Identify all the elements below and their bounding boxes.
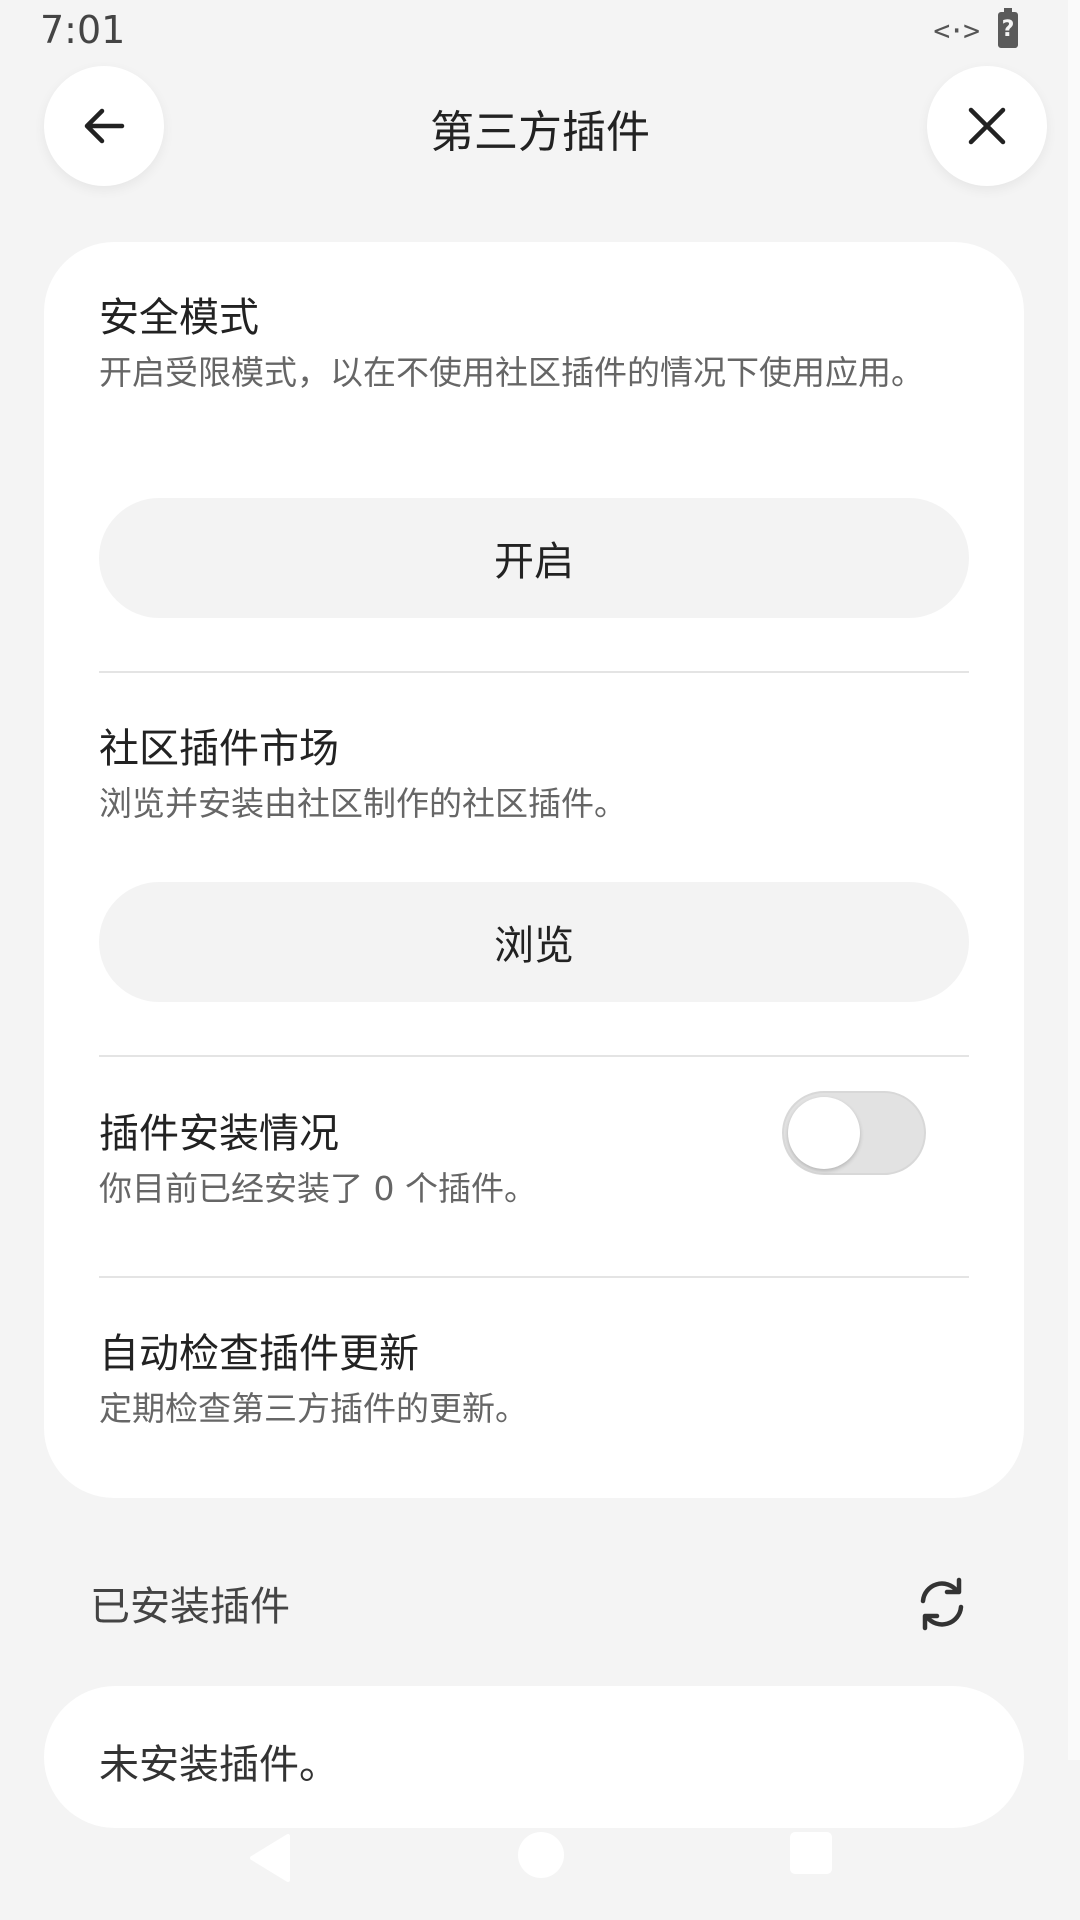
app-screen: 7:01 <·> ? 第三方插件 安全模式 开启受限模式，以在不使用社区插件的情…: [0, 0, 1080, 1920]
installed-plugins-label: 已安装插件: [90, 1584, 290, 1630]
auto-update-title: 自动检查插件更新: [99, 1331, 419, 1377]
status-time: 7:01: [40, 8, 126, 52]
battery-icon: ?: [998, 8, 1018, 48]
divider: [99, 1055, 969, 1057]
enable-safe-mode-button[interactable]: 开启: [99, 498, 969, 618]
refresh-button[interactable]: [912, 1574, 972, 1634]
safe-mode-description: 开启受限模式，以在不使用社区插件的情况下使用应用。: [99, 353, 924, 392]
marketplace-title: 社区插件市场: [99, 726, 339, 772]
battery-unknown-label: ?: [1001, 17, 1015, 42]
nav-back-icon[interactable]: [248, 1832, 292, 1884]
marketplace-description: 浏览并安装由社区制作的社区插件。: [99, 784, 627, 823]
divider: [99, 1276, 969, 1278]
auto-update-toggle[interactable]: [782, 1091, 926, 1175]
safe-mode-title: 安全模式: [99, 295, 259, 341]
page-title: 第三方插件: [430, 107, 650, 158]
close-icon: [968, 107, 1006, 145]
nav-recents-icon[interactable]: [790, 1832, 832, 1874]
browse-button[interactable]: 浏览: [99, 882, 969, 1002]
scrollbar[interactable]: [1068, 0, 1080, 1760]
divider: [99, 671, 969, 673]
empty-state-text: 未安装插件。: [99, 1742, 339, 1788]
close-button[interactable]: [927, 66, 1047, 186]
code-icon: <·>: [933, 13, 980, 47]
status-icons: <·> ?: [933, 8, 1018, 48]
safe-mode-section: 安全模式 开启受限模式，以在不使用社区插件的情况下使用应用。: [99, 292, 969, 396]
auto-update-section: 自动检查插件更新 定期检查第三方插件的更新。: [99, 1328, 799, 1432]
settings-card: 安全模式 开启受限模式，以在不使用社区插件的情况下使用应用。 开启 社区插件市场…: [44, 242, 1024, 1498]
installed-plugins-list: 未安装插件。: [44, 1686, 1024, 1828]
refresh-icon: [920, 1577, 964, 1631]
status-bar: 7:01 <·> ?: [0, 0, 1080, 64]
navigation-bar: [0, 1830, 1080, 1920]
nav-home-icon[interactable]: [518, 1832, 564, 1878]
auto-update-description: 定期检查第三方插件的更新。: [99, 1389, 528, 1428]
toggle-knob: [788, 1097, 860, 1169]
marketplace-section: 社区插件市场 浏览并安装由社区制作的社区插件。: [99, 723, 969, 827]
